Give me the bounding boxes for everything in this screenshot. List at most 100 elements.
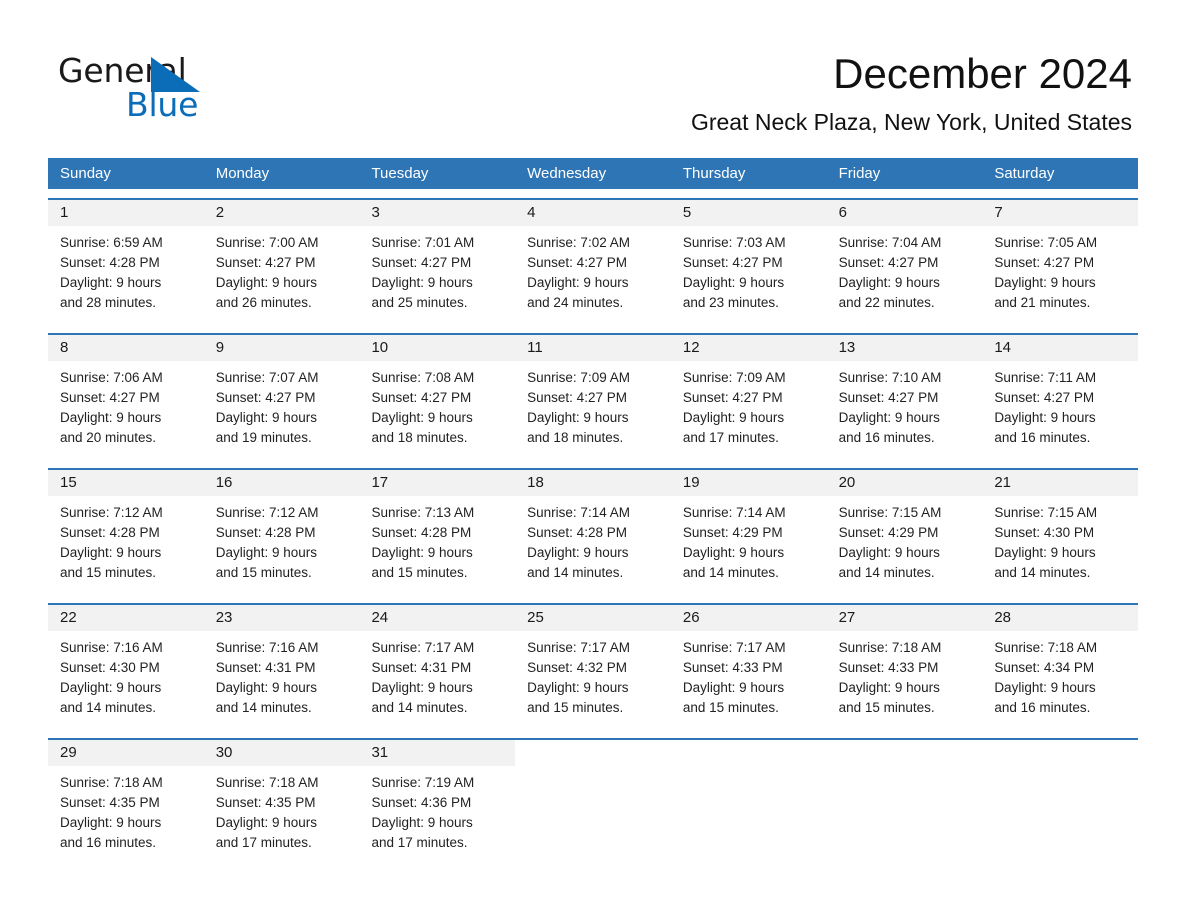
day-cell[interactable]: 27 Sunrise: 7:18 AM Sunset: 4:33 PM Dayl… <box>826 605 983 729</box>
sunrise-text: Sunrise: 7:03 AM <box>682 235 786 250</box>
day-cell[interactable]: 15 Sunrise: 7:12 AM Sunset: 4:28 PM Dayl… <box>48 470 204 594</box>
day-cell[interactable]: 14 Sunrise: 7:11 AM Sunset: 4:27 PM Dayl… <box>982 335 1139 459</box>
sunset-text: Sunset: 4:30 PM <box>60 660 160 675</box>
day-number-band: 20 <box>826 470 983 496</box>
sunset-text: Sunset: 4:27 PM <box>838 255 939 270</box>
day-number: 7 <box>994 204 1003 221</box>
day-cell-empty <box>826 740 983 864</box>
day-cell[interactable]: 2 Sunrise: 7:00 AM Sunset: 4:27 PM Dayli… <box>203 200 360 324</box>
day-info: Sunrise: 7:14 AM Sunset: 4:29 PM Dayligh… <box>671 496 827 583</box>
sunset-text: Sunset: 4:27 PM <box>994 390 1095 405</box>
day-number: 28 <box>994 609 1011 626</box>
day-cell[interactable]: 6 Sunrise: 7:04 AM Sunset: 4:27 PM Dayli… <box>826 200 983 324</box>
day-cell[interactable]: 8 Sunrise: 7:06 AM Sunset: 4:27 PM Dayli… <box>48 335 204 459</box>
day-cell[interactable]: 31 Sunrise: 7:19 AM Sunset: 4:36 PM Dayl… <box>359 740 516 864</box>
sunset-text: Sunset: 4:30 PM <box>994 525 1095 540</box>
day-cell[interactable]: 10 Sunrise: 7:08 AM Sunset: 4:27 PM Dayl… <box>359 335 516 459</box>
day-cell[interactable]: 30 Sunrise: 7:18 AM Sunset: 4:35 PM Dayl… <box>203 740 360 864</box>
day-number-band: 16 <box>203 470 360 496</box>
day-cell[interactable]: 26 Sunrise: 7:17 AM Sunset: 4:33 PM Dayl… <box>670 605 827 729</box>
day-info: Sunrise: 7:18 AM Sunset: 4:33 PM Dayligh… <box>827 631 983 718</box>
daylight-text-line1: Daylight: 9 hours <box>60 410 162 425</box>
day-number-band: 17 <box>359 470 516 496</box>
day-number-band: 1 <box>48 200 204 226</box>
day-cell[interactable]: 22 Sunrise: 7:16 AM Sunset: 4:30 PM Dayl… <box>48 605 204 729</box>
day-cell[interactable]: 28 Sunrise: 7:18 AM Sunset: 4:34 PM Dayl… <box>982 605 1139 729</box>
daylight-text-line2: and 15 minutes. <box>371 565 468 580</box>
sunrise-text: Sunrise: 7:02 AM <box>527 235 630 250</box>
day-cell[interactable]: 4 Sunrise: 7:02 AM Sunset: 4:27 PM Dayli… <box>515 200 671 324</box>
calendar-week-row: 22 Sunrise: 7:16 AM Sunset: 4:30 PM Dayl… <box>48 603 1139 729</box>
daylight-text-line1: Daylight: 9 hours <box>371 680 473 695</box>
day-cell[interactable]: 25 Sunrise: 7:17 AM Sunset: 4:32 PM Dayl… <box>515 605 671 729</box>
daylight-text-line1: Daylight: 9 hours <box>60 275 162 290</box>
day-cell[interactable]: 7 Sunrise: 7:05 AM Sunset: 4:27 PM Dayli… <box>982 200 1139 324</box>
day-number: 13 <box>838 339 856 356</box>
daylight-text-line2: and 15 minutes. <box>682 700 779 715</box>
day-cell[interactable]: 1 Sunrise: 6:59 AM Sunset: 4:28 PM Dayli… <box>48 200 204 324</box>
day-number: 18 <box>527 474 544 491</box>
day-cell[interactable]: 9 Sunrise: 7:07 AM Sunset: 4:27 PM Dayli… <box>203 335 360 459</box>
day-cell[interactable]: 18 Sunrise: 7:14 AM Sunset: 4:28 PM Dayl… <box>515 470 671 594</box>
weekday-header-tuesday: Tuesday <box>371 165 429 182</box>
day-cell[interactable]: 24 Sunrise: 7:17 AM Sunset: 4:31 PM Dayl… <box>359 605 516 729</box>
day-number: 10 <box>371 339 389 356</box>
day-cell[interactable]: 29 Sunrise: 7:18 AM Sunset: 4:35 PM Dayl… <box>48 740 204 864</box>
sunset-text: Sunset: 4:27 PM <box>527 390 627 405</box>
daylight-text-line2: and 15 minutes. <box>838 700 935 715</box>
daylight-text-line1: Daylight: 9 hours <box>994 680 1096 695</box>
day-number: 12 <box>682 339 700 356</box>
day-number-band: 29 <box>48 740 204 766</box>
day-number-band <box>982 740 1139 766</box>
day-cell[interactable]: 23 Sunrise: 7:16 AM Sunset: 4:31 PM Dayl… <box>203 605 360 729</box>
daylight-text-line2: and 16 minutes. <box>994 430 1091 445</box>
daylight-text-line2: and 14 minutes. <box>527 565 624 580</box>
day-number-band <box>515 740 671 766</box>
daylight-text-line2: and 17 minutes. <box>682 430 779 445</box>
daylight-text-line1: Daylight: 9 hours <box>371 545 473 560</box>
sunrise-text: Sunrise: 7:15 AM <box>838 505 942 520</box>
daylight-text-line2: and 14 minutes. <box>994 565 1091 580</box>
day-cell[interactable]: 12 Sunrise: 7:09 AM Sunset: 4:27 PM Dayl… <box>670 335 827 459</box>
sunset-text: Sunset: 4:33 PM <box>838 660 939 675</box>
day-cell[interactable]: 11 Sunrise: 7:09 AM Sunset: 4:27 PM Dayl… <box>515 335 671 459</box>
daylight-text-line1: Daylight: 9 hours <box>215 545 318 560</box>
daylight-text-line2: and 14 minutes. <box>371 700 468 715</box>
sunset-text: Sunset: 4:28 PM <box>371 525 472 540</box>
daylight-text-line2: and 22 minutes. <box>838 295 935 310</box>
day-cell[interactable]: 13 Sunrise: 7:10 AM Sunset: 4:27 PM Dayl… <box>826 335 983 459</box>
day-number-band: 25 <box>515 605 671 631</box>
calendar-week-row: 29 Sunrise: 7:18 AM Sunset: 4:35 PM Dayl… <box>48 738 1139 864</box>
day-cell[interactable]: 16 Sunrise: 7:12 AM Sunset: 4:28 PM Dayl… <box>203 470 360 594</box>
sunrise-text: Sunrise: 7:18 AM <box>994 640 1098 655</box>
daylight-text-line1: Daylight: 9 hours <box>371 410 473 425</box>
day-number: 1 <box>60 204 69 221</box>
day-info: Sunrise: 7:14 AM Sunset: 4:28 PM Dayligh… <box>515 496 671 583</box>
day-info: Sunrise: 6:59 AM Sunset: 4:28 PM Dayligh… <box>48 226 204 313</box>
day-info: Sunrise: 7:15 AM Sunset: 4:29 PM Dayligh… <box>827 496 983 583</box>
day-cell[interactable]: 20 Sunrise: 7:15 AM Sunset: 4:29 PM Dayl… <box>826 470 983 594</box>
sunrise-text: Sunrise: 7:11 AM <box>994 370 1097 385</box>
day-number-band: 18 <box>515 470 671 496</box>
calendar-page: General Blue December 2024 Great Neck Pl… <box>0 0 1188 918</box>
day-cell[interactable]: 3 Sunrise: 7:01 AM Sunset: 4:27 PM Dayli… <box>359 200 516 324</box>
day-number: 30 <box>215 744 233 761</box>
sunset-text: Sunset: 4:27 PM <box>682 255 783 270</box>
day-info: Sunrise: 7:01 AM Sunset: 4:27 PM Dayligh… <box>359 226 515 313</box>
day-cell[interactable]: 21 Sunrise: 7:15 AM Sunset: 4:30 PM Dayl… <box>982 470 1139 594</box>
generalblue-logo[interactable]: General Blue <box>58 52 318 124</box>
day-number-band: 31 <box>359 740 516 766</box>
day-info: Sunrise: 7:18 AM Sunset: 4:35 PM Dayligh… <box>48 766 204 853</box>
day-cell[interactable]: 5 Sunrise: 7:03 AM Sunset: 4:27 PM Dayli… <box>670 200 827 324</box>
daylight-text-line2: and 17 minutes. <box>371 835 468 850</box>
day-cell[interactable]: 19 Sunrise: 7:14 AM Sunset: 4:29 PM Dayl… <box>670 470 827 594</box>
day-cell[interactable]: 17 Sunrise: 7:13 AM Sunset: 4:28 PM Dayl… <box>359 470 516 594</box>
daylight-text-line1: Daylight: 9 hours <box>60 815 162 830</box>
sunset-text: Sunset: 4:27 PM <box>682 390 783 405</box>
day-info: Sunrise: 7:08 AM Sunset: 4:27 PM Dayligh… <box>359 361 515 448</box>
day-number-band: 14 <box>982 335 1139 361</box>
day-info: Sunrise: 7:04 AM Sunset: 4:27 PM Dayligh… <box>827 226 983 313</box>
sunset-text: Sunset: 4:27 PM <box>215 255 316 270</box>
day-number-band: 26 <box>670 605 827 631</box>
daylight-text-line2: and 14 minutes. <box>215 700 312 715</box>
